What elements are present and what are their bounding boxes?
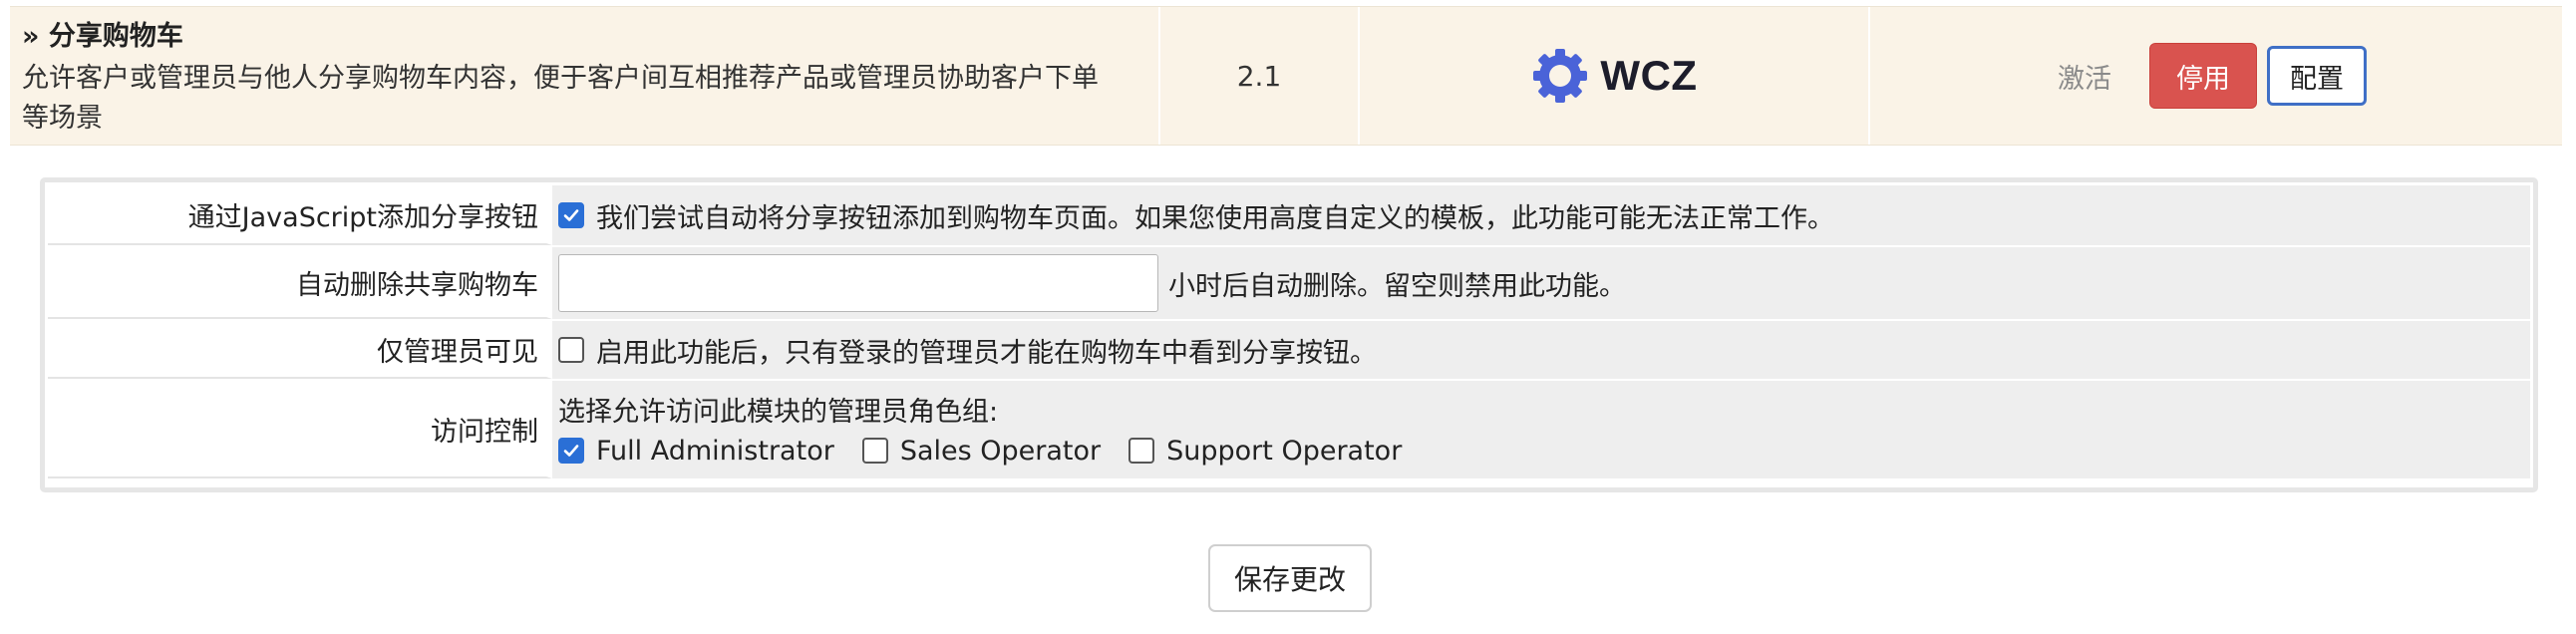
js-share-text: 我们尝试自动将分享按钮添加到购物车页面。如果您使用高度自定义的模板，此功能可能无…	[596, 202, 1834, 234]
admin-only-text: 启用此功能后，只有登录的管理员才能在购物车中看到分享按钮。	[596, 337, 1377, 369]
checkmark-icon	[563, 209, 579, 221]
access-control-group: 选择允许访问此模块的管理员角色组: Full Administrator Sal…	[558, 388, 1430, 472]
module-description-line1: 允许客户或管理员与他人分享购物车内容，便于客户间互相推荐产品或管理员协助客户下单	[22, 63, 1099, 94]
role-label: Full Administrator	[596, 435, 834, 467]
setting-value-access-control: 选择允许访问此模块的管理员角色组: Full Administrator Sal…	[552, 381, 2530, 478]
module-info-cell: » 分享购物车 允许客户或管理员与他人分享购物车内容，便于客户间互相推荐产品或管…	[10, 7, 1160, 145]
role-full-administrator[interactable]: Full Administrator	[558, 436, 834, 467]
module-config-page: » 分享购物车 允许客户或管理员与他人分享购物车内容，便于客户间互相推荐产品或管…	[0, 0, 2576, 634]
js-share-checkbox[interactable]	[558, 202, 584, 228]
role-list: Full Administrator Sales Operator Suppor…	[558, 430, 1430, 472]
module-version-cell: 2.1	[1160, 7, 1360, 145]
module-version: 2.1	[1236, 59, 1282, 93]
auto-delete-suffix: 小时后自动删除。留空则禁用此功能。	[1168, 270, 1626, 302]
role-label: Sales Operator	[899, 435, 1102, 467]
gear-logo-icon	[1530, 46, 1590, 106]
module-actions-cell: 激活 停用 配置	[1870, 7, 2562, 145]
setting-row-js-share: 通过JavaScript添加分享按钮 我们尝试自动将分享按钮添加到购物车页面。如…	[48, 185, 2530, 247]
module-description: 允许客户或管理员与他人分享购物车内容，便于客户间互相推荐产品或管理员协助客户下单…	[22, 59, 1099, 139]
disable-button[interactable]: 停用	[2149, 43, 2257, 109]
role-sales-operator[interactable]: Sales Operator	[861, 435, 1102, 467]
module-description-line2: 等场景	[22, 103, 103, 134]
setting-value-admin-only: 启用此功能后，只有登录的管理员才能在购物车中看到分享按钮。	[552, 321, 2530, 379]
vendor-logo: WCZ	[1530, 46, 1697, 106]
config-panel: 通过JavaScript添加分享按钮 我们尝试自动将分享按钮添加到购物车页面。如…	[40, 177, 2538, 492]
setting-label-js-share: 通过JavaScript添加分享按钮	[48, 185, 552, 245]
checkmark-icon	[563, 445, 579, 457]
module-title: » 分享购物车	[22, 21, 183, 52]
setting-row-access-control: 访问控制 选择允许访问此模块的管理员角色组: Full Administrato…	[48, 381, 2530, 480]
setting-row-admin-only: 仅管理员可见 启用此功能后，只有登录的管理员才能在购物车中看到分享按钮。	[48, 321, 2530, 381]
setting-row-auto-delete: 自动删除共享购物车 小时后自动删除。留空则禁用此功能。	[48, 247, 2530, 321]
setting-label-access-control: 访问控制	[48, 381, 552, 478]
role-label: Support Operator	[1166, 435, 1403, 467]
role-checkbox-full-administrator[interactable]	[558, 438, 584, 464]
role-support-operator[interactable]: Support Operator	[1128, 436, 1402, 467]
setting-label-admin-only: 仅管理员可见	[48, 321, 552, 379]
role-checkbox-support-operator[interactable]	[1128, 438, 1155, 464]
module-row: » 分享购物车 允许客户或管理员与他人分享购物车内容，便于客户间互相推荐产品或管…	[10, 6, 2562, 146]
access-control-prompt: 选择允许访问此模块的管理员角色组:	[558, 396, 999, 428]
vendor-logo-text: WCZ	[1600, 52, 1698, 99]
config-button[interactable]: 配置	[2267, 46, 2367, 106]
save-changes-button[interactable]: 保存更改	[1208, 544, 1372, 612]
admin-only-checkbox[interactable]	[558, 337, 584, 363]
status-active-text: 激活	[2058, 63, 2111, 95]
auto-delete-hours-input[interactable]	[558, 254, 1158, 312]
setting-value-js-share: 我们尝试自动将分享按钮添加到购物车页面。如果您使用高度自定义的模板，此功能可能无…	[552, 185, 2530, 245]
setting-label-auto-delete: 自动删除共享购物车	[48, 247, 552, 319]
role-checkbox-sales-operator[interactable]	[861, 438, 888, 464]
module-logo-cell: WCZ	[1360, 7, 1870, 145]
setting-value-auto-delete: 小时后自动删除。留空则禁用此功能。	[552, 247, 2530, 319]
